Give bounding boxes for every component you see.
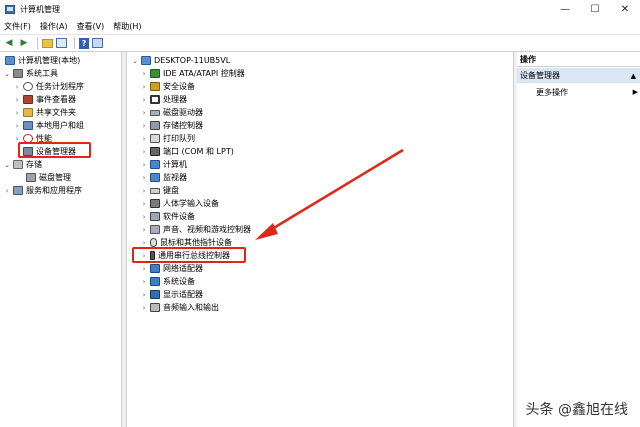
tree-root-label: 计算机管理(本地) [18, 56, 81, 65]
back-arrow-icon[interactable]: ◀ [3, 37, 15, 49]
more-actions[interactable]: 更多操作 ▶ [536, 86, 638, 98]
tree-local-users[interactable]: › 本地用户和组 [13, 119, 84, 132]
chevron-right-icon[interactable]: › [13, 83, 21, 91]
menu-view[interactable]: 查看(V) [77, 21, 105, 32]
tree-services[interactable]: › 服务和应用程序 [3, 184, 82, 197]
show-hide-tree-icon[interactable] [56, 38, 67, 48]
computer-management-icon [5, 4, 15, 14]
toolbar-separator [74, 37, 75, 49]
services-icon [13, 186, 23, 195]
menu-file[interactable]: 文件(F) [4, 21, 31, 32]
help-icon[interactable]: ? [79, 37, 89, 49]
users-icon [23, 121, 33, 130]
tree-root[interactable]: 计算机管理(本地) [3, 54, 80, 67]
tree-disk-management[interactable]: 磁盘管理 [24, 171, 71, 184]
watermark: 头条 @鑫旭在线 [525, 402, 628, 418]
tree-storage[interactable]: ⌄ 存储 [3, 158, 42, 171]
forward-arrow-icon[interactable]: ▶ [18, 37, 30, 49]
clock-icon [23, 82, 33, 91]
annotation-arrow-icon [255, 148, 404, 240]
actions-section-device-manager[interactable]: 设备管理器 ▲ [517, 68, 640, 83]
toolbar: ◀ ▶ ? [0, 34, 640, 52]
collapse-up-icon[interactable]: ▲ [631, 72, 636, 80]
tree-task-scheduler[interactable]: › 任务计划程序 [13, 80, 84, 93]
tree-event-viewer-label: 事件查看器 [36, 95, 76, 104]
disk-icon [26, 173, 36, 182]
actions-header: 操作 [517, 52, 640, 67]
device-manager-highlight [18, 142, 91, 158]
window-controls: — ☐ ✕ [550, 0, 640, 18]
tree-shared-folders[interactable]: › 共享文件夹 [13, 106, 76, 119]
tree-system-tools-label: 系统工具 [26, 69, 58, 78]
maximize-button[interactable]: ☐ [580, 0, 610, 18]
shared-folder-icon [23, 108, 33, 117]
chevron-right-icon[interactable]: › [13, 109, 21, 117]
menu-bar: 文件(F) 操作(A) 查看(V) 帮助(H) [0, 18, 640, 34]
chevron-down-icon[interactable]: ⌄ [3, 161, 11, 169]
window-title: 计算机管理 [20, 4, 60, 14]
more-actions-label: 更多操作 [536, 87, 568, 97]
actions-pane: 操作 设备管理器 ▲ 更多操作 ▶ [517, 52, 640, 427]
tree-task-scheduler-label: 任务计划程序 [36, 82, 84, 91]
menu-help[interactable]: 帮助(H) [113, 21, 141, 32]
chevron-right-icon: ▶ [632, 88, 638, 96]
menu-action[interactable]: 操作(A) [40, 21, 68, 32]
toolbar-separator [37, 37, 38, 49]
tree-local-users-label: 本地用户和组 [36, 121, 84, 130]
tree-storage-label: 存储 [26, 160, 42, 169]
chevron-down-icon[interactable]: ⌄ [3, 70, 11, 78]
navigation-tree: 计算机管理(本地) ⌄ 系统工具 › 任务计划程序 › 事件查看器 › 共享文件… [0, 52, 122, 427]
device-tree-pane: ⌄ DESKTOP-11UB5VL › IDE ATA/ATAPI 控制器 › 安全… [127, 52, 513, 427]
title-bar: 计算机管理 — ☐ ✕ [0, 0, 640, 18]
action-pane-icon[interactable] [92, 38, 103, 48]
chevron-right-icon[interactable]: › [13, 96, 21, 104]
computer-icon [5, 56, 15, 65]
minimize-button[interactable]: — [550, 0, 580, 18]
tree-system-tools[interactable]: ⌄ 系统工具 [3, 67, 58, 80]
tree-event-viewer[interactable]: › 事件查看器 [13, 93, 76, 106]
close-button[interactable]: ✕ [610, 0, 640, 18]
tree-shared-folders-label: 共享文件夹 [36, 108, 76, 117]
chevron-right-icon[interactable]: › [13, 122, 21, 130]
tree-services-label: 服务和应用程序 [26, 186, 82, 195]
chevron-right-icon[interactable]: › [3, 187, 11, 195]
actions-section-label: 设备管理器 [520, 71, 560, 80]
up-folder-icon[interactable] [42, 38, 53, 48]
storage-icon [13, 160, 23, 169]
event-log-icon [23, 95, 33, 104]
tools-icon [13, 69, 23, 78]
tree-disk-management-label: 磁盘管理 [39, 173, 71, 182]
